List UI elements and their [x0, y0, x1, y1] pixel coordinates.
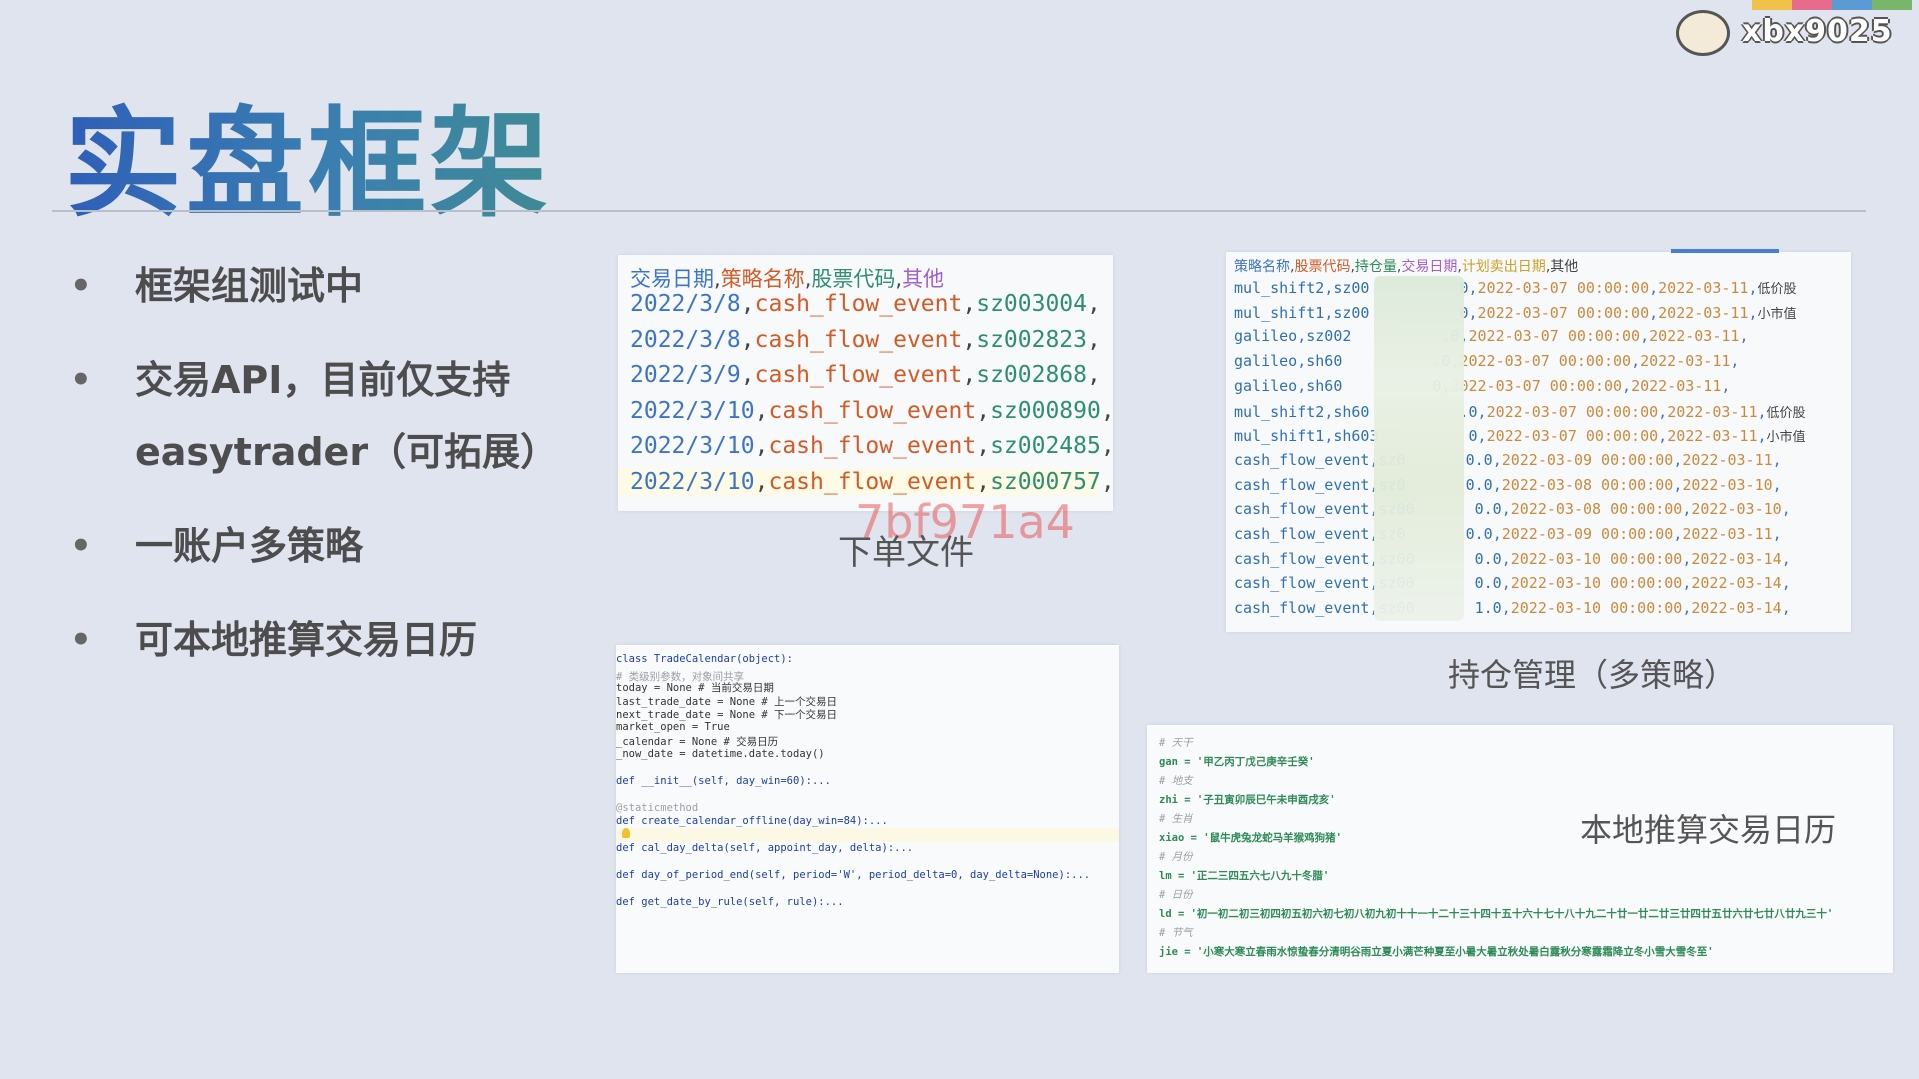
bullet-item: • 交易API，目前仅支持 easytrader（可拓展）: [60, 344, 620, 488]
page-title: 实盘框架: [64, 68, 552, 239]
code-assignment: zhi = '子丑寅卯辰巳午未申酉戌亥': [1159, 794, 1336, 806]
order-row: 2022/3/9,cash_flow_event,sz002868,: [630, 362, 1101, 388]
position-row: galileo,sh60.0,2022-03-07 00:00:00,2022-…: [1234, 352, 1740, 371]
code-line: class TradeCalendar(object):: [616, 653, 794, 665]
code-line: def get_date_by_rule(self, rule):...: [616, 896, 844, 908]
order-row: 2022/3/8,cash_flow_event,sz003004,: [630, 291, 1101, 317]
order-row: 2022/3/10,cash_flow_event,sz000757,: [618, 468, 1115, 495]
position-row: galileo,sz002.0,2022-03-07 00:00:00,2022…: [1234, 327, 1749, 346]
position-row: mul_shift1,sz000,2022-03-07 00:00:00,202…: [1234, 303, 1797, 322]
bullet-list: • 框架组测试中 • 交易API，目前仅支持 easytrader（可拓展） •…: [60, 250, 620, 694]
code-line: @staticmethod: [616, 802, 699, 814]
position-row: cash_flow_event,sz000.0,2022-03-10 00:00…: [1234, 549, 1791, 568]
title-divider: [52, 210, 1866, 212]
code-comment: # 天干: [1159, 737, 1193, 749]
channel-logo: xbx9025: [1672, 0, 1919, 56]
position-row: galileo,sh600,2022-03-07 00:00:00,2022-0…: [1234, 376, 1731, 395]
code-comment: # 生肖: [1159, 813, 1193, 825]
code-assignment: ld = '初一初二初三初四初五初六初七初八初九初十十一十二十三十四十五十六十七…: [1159, 908, 1834, 920]
mascot-icon: [1676, 10, 1730, 56]
code-line: next_trade_date = None # 下一个交易日: [616, 709, 838, 721]
position-file-caption: 持仓管理（多策略）: [1448, 656, 1737, 694]
code-line: def day_of_period_end(self, period='W', …: [616, 869, 1091, 881]
trade-calendar-code-panel: class TradeCalendar(object): # 类级别参数，对象间…: [616, 645, 1119, 973]
bullet-item: • 一账户多策略: [60, 510, 620, 582]
bullet-dot-icon: •: [70, 360, 92, 400]
position-row: mul_shift1,sh603 0,2022-03-07 00:00:00,20…: [1234, 427, 1806, 446]
position-file-panel: 策略名称,股票代码,持仓量,交易日期,计划卖出日期,其他 mul_shift2,…: [1226, 249, 1851, 632]
bullet-dot-icon: •: [70, 526, 92, 566]
order-row: 2022/3/10,cash_flow_event,sz002485,: [630, 433, 1115, 459]
position-row: mul_shift2,sz000,2022-03-07 00:00:00,202…: [1234, 279, 1797, 297]
panel-tab-indicator: [1671, 249, 1779, 253]
order-file-caption: 下单文件: [838, 533, 974, 573]
bullet-item: • 可本地推算交易日历: [60, 604, 620, 676]
code-comment: # 日份: [1159, 889, 1193, 901]
position-row: cash_flow_event,sz001.0,2022-03-10 00:00…: [1234, 599, 1791, 618]
position-row: cash_flow_event,sz000.0,2022-03-08 00:00…: [1234, 500, 1791, 519]
lightbulb-icon: [622, 828, 630, 838]
code-line: _calendar = None # 交易日历: [616, 736, 779, 748]
code-comment: # 地支: [1159, 775, 1193, 787]
position-row: cash_flow_event,sz00.0,2022-03-09 00:00:…: [1234, 525, 1782, 543]
position-row: cash_flow_event,sz000.0,2022-03-10 00:00…: [1234, 574, 1791, 593]
code-assignment: gan = '甲乙丙丁戊己庚辛壬癸': [1159, 756, 1315, 768]
code-assignment: xiao = '鼠牛虎兔龙蛇马羊猴鸡狗猪': [1159, 832, 1342, 844]
order-file-panel: 交易日期,策略名称,股票代码,其他 2022/3/8,cash_flow_eve…: [618, 255, 1115, 511]
code-comment: # 节气: [1159, 927, 1193, 939]
code-line: def __init__(self, day_win=60):...: [616, 775, 831, 787]
position-row: cash_flow_event,sz00.0,2022-03-08 00:00:…: [1234, 475, 1782, 494]
code-line: today = None # 当前交易日期: [616, 682, 774, 694]
bullet-item: • 框架组测试中: [60, 250, 620, 322]
code-assignment: lm = '正二三四五六七八九十冬腊': [1159, 870, 1330, 882]
current-line-highlight: [616, 828, 1119, 842]
position-row: cash_flow_event,sz00.0,2022-03-09 00:00:…: [1234, 450, 1782, 469]
calendar-caption: 本地推算交易日历: [1580, 811, 1837, 849]
logo-text: xbx9025: [1742, 14, 1893, 49]
code-line: def cal_day_delta(self, appoint_day, del…: [616, 842, 914, 854]
order-file-header: 交易日期,策略名称,股票代码,其他: [630, 267, 945, 291]
code-assignment: jie = '小寒大寒立春雨水惊蛰春分清明谷雨立夏小满芒种夏至小暑大暑立秋处暑白…: [1159, 946, 1714, 958]
bullet-dot-icon: •: [70, 620, 92, 660]
code-line: def create_calendar_offline(day_win=84):…: [616, 815, 888, 827]
redacted-blur: [1374, 276, 1464, 621]
code-line: _now_date = datetime.date.today(): [616, 748, 825, 760]
code-line: market_open = True: [616, 721, 730, 733]
order-row: 2022/3/10,cash_flow_event,sz000890,: [630, 397, 1115, 424]
position-file-header: 策略名称,股票代码,持仓量,交易日期,计划卖出日期,其他: [1234, 259, 1579, 275]
position-row: mul_shift2,sh60.0,2022-03-07 00:00:00,20…: [1234, 402, 1806, 421]
code-comment: # 月份: [1159, 851, 1193, 863]
bullet-dot-icon: •: [70, 266, 92, 306]
order-row: 2022/3/8,cash_flow_event,sz002823,: [630, 326, 1101, 353]
